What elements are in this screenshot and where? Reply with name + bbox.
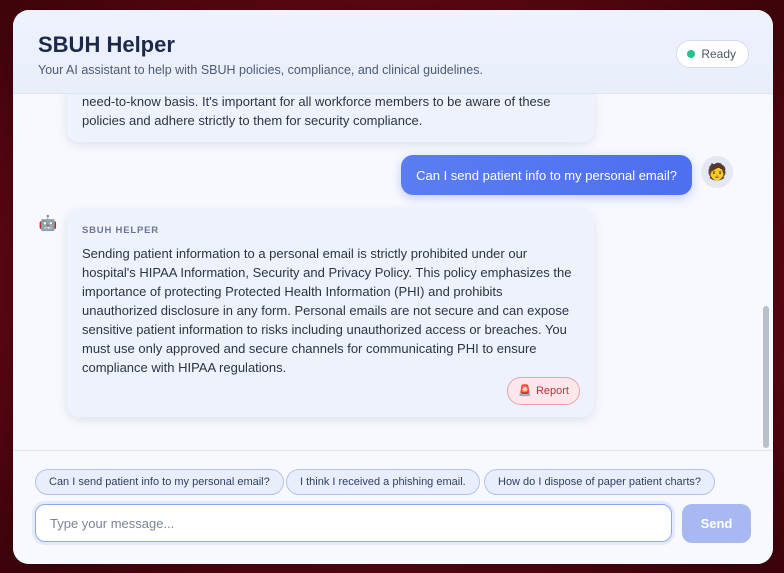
composer-area: Can I send patient info to my personal e… — [13, 450, 773, 564]
report-button[interactable]: 🚨 Report — [507, 377, 580, 405]
alarm-icon: 🚨 — [518, 384, 532, 397]
user-avatar-icon: 🧑 — [701, 156, 733, 188]
suggestion-chip[interactable]: I think I received a phishing email. — [286, 469, 480, 495]
bot-message: SBUH HELPER Sending patient information … — [67, 209, 594, 417]
header: SBUH Helper Your AI assistant to help wi… — [13, 10, 773, 94]
app-title: SBUH Helper — [38, 32, 175, 57]
message-input[interactable] — [35, 504, 672, 542]
chat-messages[interactable]: need-to-know basis. It's important for a… — [13, 94, 773, 460]
report-label: Report — [535, 384, 569, 397]
chat-scrollbar[interactable] — [763, 306, 769, 448]
suggestion-chip[interactable]: How do I dispose of paper patient charts… — [484, 469, 716, 495]
bot-avatar-icon: 🤖 — [38, 215, 58, 232]
user-message-text: Can I send patient info to my personal e… — [416, 167, 677, 183]
send-button[interactable]: Send — [682, 504, 751, 543]
status-dot-icon — [687, 50, 696, 58]
status-label: Ready — [701, 47, 736, 61]
bot-message-text: Sending patient information to a persona… — [82, 246, 572, 375]
bot-sender-label: SBUH HELPER — [82, 225, 159, 236]
bot-message-text: need-to-know basis. It's important for a… — [82, 94, 551, 128]
app-subtitle: Your AI assistant to help with SBUH poli… — [38, 63, 483, 77]
suggestion-chip[interactable]: Can I send patient info to my personal e… — [35, 469, 284, 495]
chat-app-window: SBUH Helper Your AI assistant to help wi… — [13, 10, 773, 564]
status-badge: Ready — [676, 40, 749, 68]
user-message: Can I send patient info to my personal e… — [401, 155, 692, 195]
bot-message-previous: need-to-know basis. It's important for a… — [67, 94, 594, 142]
